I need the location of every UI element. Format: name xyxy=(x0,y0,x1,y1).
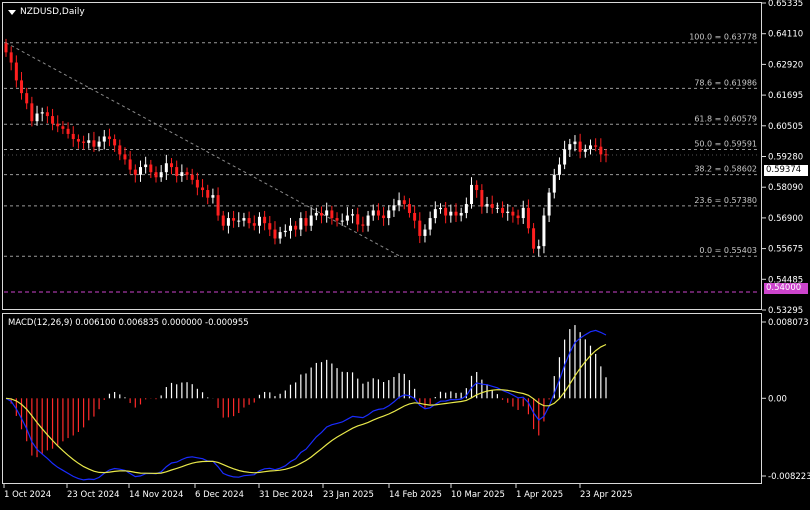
date-axis-label: 1 Oct 2024 xyxy=(4,490,51,500)
date-axis-label: 23 Oct 2024 xyxy=(67,490,120,500)
price-axis-label: 0.64110 xyxy=(768,30,803,40)
price-axis-label: 0.61695 xyxy=(768,91,803,101)
macd-panel xyxy=(2,313,762,484)
date-axis-label: 14 Feb 2025 xyxy=(389,490,442,500)
date-axis-label: 1 Apr 2025 xyxy=(516,490,563,500)
date-axis-label: 23 Jan 2025 xyxy=(323,490,374,500)
price-axis-label: 0.56900 xyxy=(768,214,803,224)
date-axis-label: 31 Dec 2024 xyxy=(259,490,313,500)
date-axis-label: 10 Mar 2025 xyxy=(451,490,505,500)
date-axis-label: 6 Dec 2024 xyxy=(195,490,244,500)
price-axis-label: 0.53295 xyxy=(768,306,803,316)
price-axis-label: 0.65335 xyxy=(768,0,803,9)
date-axis-label: 14 Nov 2024 xyxy=(129,490,183,500)
price-panel xyxy=(2,2,762,310)
chart-title[interactable]: NZDUSD,Daily xyxy=(8,7,85,17)
date-axis-label: 23 Apr 2025 xyxy=(580,490,633,500)
macd-indicator-label: MACD(12,26,9) 0.006100 0.006835 0.000000… xyxy=(8,318,249,328)
price-axis-label: 0.60505 xyxy=(768,122,803,132)
macd-axis-label: -0.008223 xyxy=(768,472,810,482)
dropdown-triangle-icon[interactable] xyxy=(8,9,16,15)
macd-axis-label: 0.008073 xyxy=(768,318,809,328)
price-axis-label: 0.58090 xyxy=(768,183,803,193)
price-axis-label: 0.62920 xyxy=(768,60,803,70)
symbol-label: NZDUSD,Daily xyxy=(20,7,85,17)
price-axis-label: 0.55675 xyxy=(768,245,803,255)
current-price-tag: 0.59374 xyxy=(764,165,808,176)
horizontal-level-tag: 0.54000 xyxy=(764,283,808,294)
price-axis-label: 0.59280 xyxy=(768,153,803,163)
macd-axis-label: 0.00 xyxy=(768,394,787,404)
